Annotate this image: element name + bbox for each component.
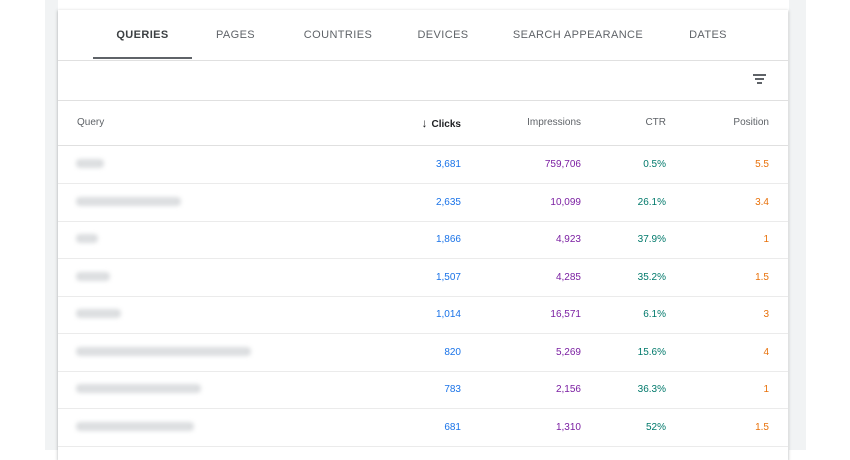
tab-countries[interactable]: COUNTRIES (293, 10, 383, 60)
impressions-cell: 4,285 (555, 271, 581, 283)
column-header-query[interactable]: Query (77, 101, 104, 145)
position-cell: 5.5 (755, 159, 769, 170)
impressions-cell: 759,706 (544, 159, 581, 170)
query-text-redacted (76, 159, 104, 168)
column-header-impressions[interactable]: Impressions (498, 101, 581, 145)
table-header: Query ↓ Clicks Impressions CTR Position (58, 101, 788, 146)
ctr-cell: 0.5% (643, 159, 666, 170)
clicks-cell: 783 (444, 384, 461, 395)
query-text-redacted (76, 196, 181, 206)
performance-table-card: QUERIES PAGES COUNTRIES DEVICES SEARCH A… (58, 10, 788, 460)
impressions-cell: 5,269 (555, 346, 581, 358)
filter-icon[interactable] (748, 71, 770, 89)
ctr-cell: 36.3% (637, 384, 666, 395)
table-row[interactable]: 820 5,269 15.6% 4 (58, 334, 788, 372)
impressions-cell: 4,923 (555, 234, 581, 245)
ctr-cell: 35.2% (637, 271, 666, 283)
table-row[interactable]: 681 1,310 52% 1.5 (58, 409, 788, 447)
position-cell: 4 (763, 346, 769, 358)
position-cell: 3.4 (755, 196, 769, 208)
query-text-redacted (76, 346, 251, 356)
column-header-ctr[interactable]: CTR (618, 101, 666, 145)
ctr-cell: 6.1% (643, 309, 666, 320)
position-cell: 3 (763, 309, 769, 320)
dimension-tabs: QUERIES PAGES COUNTRIES DEVICES SEARCH A… (58, 10, 788, 61)
left-margin-band (45, 0, 58, 450)
tab-queries[interactable]: QUERIES (93, 10, 192, 60)
impressions-cell: 10,099 (550, 196, 581, 208)
query-text-redacted (76, 421, 194, 431)
table-row[interactable]: 1,866 4,923 37.9% 1 (58, 221, 788, 259)
clicks-cell: 2,635 (435, 196, 461, 208)
clicks-cell: 820 (444, 346, 461, 358)
table-row[interactable]: 2,635 10,099 26.1% 3.4 (58, 184, 788, 222)
position-cell: 1 (763, 384, 769, 395)
tab-pages[interactable]: PAGES (198, 10, 273, 60)
table-toolbar (58, 61, 788, 101)
table-row[interactable]: 1,507 4,285 35.2% 1.5 (58, 259, 788, 297)
clicks-cell: 681 (444, 421, 461, 433)
table-row[interactable]: 783 2,156 36.3% 1 (58, 371, 788, 409)
tab-dates[interactable]: DATES (673, 10, 743, 60)
right-margin-band (789, 0, 806, 450)
active-tab-indicator (93, 57, 192, 59)
table-row[interactable]: 3,681 759,706 0.5% 5.5 (58, 146, 788, 184)
query-text-redacted (76, 309, 121, 318)
ctr-cell: 15.6% (637, 346, 666, 358)
position-cell: 1.5 (755, 421, 769, 433)
tab-search-appearance[interactable]: SEARCH APPEARANCE (508, 10, 648, 60)
impressions-cell: 1,310 (555, 421, 581, 433)
impressions-cell: 2,156 (555, 384, 581, 395)
ctr-cell: 26.1% (637, 196, 666, 208)
column-header-clicks[interactable]: ↓ Clicks (358, 101, 461, 145)
ctr-cell: 37.9% (637, 234, 666, 245)
clicks-cell: 1,866 (435, 234, 461, 245)
ctr-cell: 52% (645, 421, 666, 433)
table-row[interactable]: 1,014 16,571 6.1% 3 (58, 296, 788, 334)
sort-descending-icon: ↓ (421, 116, 428, 130)
position-cell: 1 (763, 234, 769, 245)
clicks-cell: 3,681 (435, 159, 461, 170)
query-text-redacted (76, 271, 110, 281)
column-header-position[interactable]: Position (698, 101, 769, 145)
position-cell: 1.5 (755, 271, 769, 283)
impressions-cell: 16,571 (550, 309, 581, 320)
clicks-cell: 1,014 (435, 309, 461, 320)
tab-devices[interactable]: DEVICES (403, 10, 483, 60)
column-header-clicks-label: Clicks (431, 119, 461, 130)
query-text-redacted (76, 234, 98, 243)
query-text-redacted (76, 384, 201, 393)
clicks-cell: 1,507 (435, 271, 461, 283)
